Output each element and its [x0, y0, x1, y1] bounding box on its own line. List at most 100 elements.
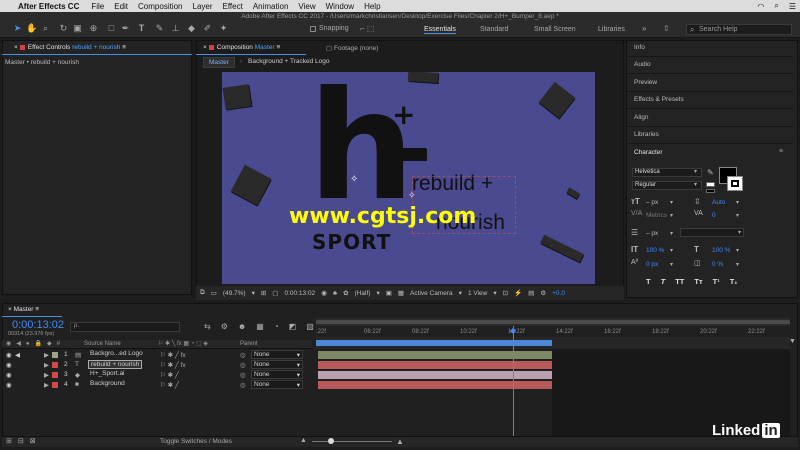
snapping-checkbox[interactable]	[310, 26, 316, 32]
vertical-scale-value[interactable]: 100 %	[646, 247, 664, 254]
zoom-slider-thumb[interactable]	[328, 438, 334, 444]
shy-icon[interactable]: ☻	[238, 322, 246, 331]
chevron-down-icon[interactable]: ▾	[670, 247, 673, 254]
search-spotlight-icon[interactable]: ⌕	[774, 1, 778, 11]
audio-icon[interactable]: ◀	[16, 340, 21, 347]
layer-label-color[interactable]	[52, 362, 58, 368]
search-help-box[interactable]: ⌕ Search Help	[686, 24, 792, 35]
zoom-in-icon[interactable]: ▲	[396, 437, 404, 446]
hand-tool-icon[interactable]: ✋	[26, 23, 37, 34]
layer-name[interactable]: rebuild + nourish	[88, 360, 143, 369]
flowchart-icon[interactable]: ⚙	[540, 289, 546, 297]
pen-tool-icon[interactable]: ✒	[120, 23, 131, 34]
work-area-range[interactable]	[316, 320, 790, 324]
chevron-down-icon[interactable]: ▾	[694, 168, 697, 175]
chevron-down-icon[interactable]: ▾	[736, 261, 739, 268]
roi-icon[interactable]: ▣	[386, 289, 392, 297]
menu-view[interactable]: View	[298, 2, 315, 11]
camera-dropdown[interactable]: Active Camera	[410, 290, 453, 297]
parent-pickwhip-icon[interactable]: ◎	[240, 361, 246, 369]
workspace-standard[interactable]: Standard	[480, 26, 508, 33]
disclosure-triangle-icon[interactable]: ▶	[44, 371, 49, 379]
layer-switches[interactable]: ⚐ ✱ ╱	[160, 371, 179, 379]
layer-row[interactable]: ◉ ▶ 2 Trebuild + nourish ⚐ ✱ ╱ fx ◎ None ▾	[4, 360, 304, 370]
subscript-button[interactable]: T₁	[730, 277, 738, 286]
kerning-value[interactable]: Metrics	[646, 212, 667, 219]
panel-preview[interactable]: Preview	[634, 79, 657, 86]
views-dropdown[interactable]: 1 View	[468, 290, 487, 297]
leading-value[interactable]: Auto	[712, 199, 725, 206]
selection-tool-icon[interactable]: ➤	[12, 23, 23, 34]
layer-duration-bar[interactable]	[318, 351, 552, 359]
sync-icon[interactable]: ⇧	[663, 24, 670, 33]
playhead-handle-icon[interactable]: ◆	[510, 326, 516, 335]
chevron-down-icon[interactable]: ▾	[297, 361, 300, 369]
menu-help[interactable]: Help	[364, 2, 380, 11]
timeline-timecode[interactable]: 0:00:13:02	[12, 319, 64, 331]
chevron-down-icon[interactable]: ▾	[670, 199, 673, 206]
chevron-down-icon[interactable]: ▾	[738, 229, 741, 236]
layer-row[interactable]: ◉ ◀ ▶ 1 ▤ Backgro...ed Logo ⚐ ✱ ╱ fx ◎ None ▾	[4, 350, 304, 360]
col-source-name[interactable]: Source Name	[84, 341, 121, 347]
eyedropper-icon[interactable]: ✎	[707, 168, 714, 177]
solo-icon[interactable]: ●	[26, 341, 30, 347]
chevron-down-icon[interactable]: ▾	[694, 181, 697, 188]
layer-switches[interactable]: ⚐ ✱ ╱ fx	[160, 351, 186, 359]
col-parent[interactable]: Parent	[240, 341, 258, 347]
panel-align[interactable]: Align	[634, 114, 648, 121]
menu-layer[interactable]: Layer	[193, 2, 213, 11]
always-preview-icon[interactable]: ⧉	[200, 289, 205, 297]
type-tool-icon[interactable]: T	[136, 23, 147, 34]
font-family-select[interactable]: Helvetica	[632, 168, 702, 177]
chevron-down-icon[interactable]: ▾	[493, 289, 496, 297]
panel-audio[interactable]: Audio	[634, 61, 651, 68]
close-icon[interactable]: ×	[203, 44, 207, 51]
faux-italic-button[interactable]: T	[661, 277, 666, 286]
stroke-color-swatch[interactable]	[727, 176, 743, 191]
draft-3d-icon[interactable]: ⚙	[221, 322, 228, 331]
viewer-timecode[interactable]: 0:00:13:02	[284, 290, 315, 297]
stroke-width-value[interactable]: – px	[646, 230, 658, 237]
panel-menu-icon[interactable]: ≡	[35, 306, 39, 313]
show-snapshot-icon[interactable]: ♣	[333, 290, 337, 297]
panel-info[interactable]: Info	[634, 44, 645, 51]
zoom-tool-icon[interactable]: ⌕	[40, 23, 51, 34]
panel-menu-icon[interactable]: ≡	[122, 44, 126, 51]
expand-modes-icon[interactable]: ⊟	[18, 437, 24, 445]
layer-label-color[interactable]	[52, 382, 58, 388]
tab-footage[interactable]: ▢ Footage (none)	[326, 44, 378, 52]
default-colors-icon[interactable]	[706, 189, 715, 193]
camera-snapshot-icon[interactable]: ◉	[321, 289, 327, 297]
stroke-type-select[interactable]	[680, 228, 744, 237]
graph-editor-icon[interactable]: ◩	[289, 322, 297, 331]
composition-canvas[interactable]: h + SPORT rebuild + nourish ✧ ✧ www.cgts…	[222, 72, 595, 284]
zoom-slider-track[interactable]	[312, 441, 392, 442]
font-size-value[interactable]: – px	[646, 199, 658, 206]
expand-time-icon[interactable]: ⊠	[30, 437, 36, 445]
panel-libraries[interactable]: Libraries	[634, 131, 659, 138]
chevron-down-icon[interactable]: ▾	[459, 289, 462, 297]
panel-menu-icon[interactable]: ≡	[779, 148, 783, 155]
fast-preview-icon[interactable]: ⚡	[514, 289, 522, 297]
workspace-overflow-icon[interactable]: »	[642, 24, 646, 33]
menu-list-icon[interactable]: ☰	[789, 2, 796, 11]
menu-animation[interactable]: Animation	[253, 2, 289, 11]
audio-icon[interactable]: ◀	[15, 351, 20, 359]
all-caps-button[interactable]: TT	[675, 277, 684, 286]
motion-blur-icon[interactable]: ◔	[274, 322, 279, 331]
eye-icon[interactable]: ◉	[6, 340, 11, 347]
chevron-down-icon[interactable]: ▾	[670, 261, 673, 268]
chevron-down-icon[interactable]: ▾	[736, 199, 739, 206]
layer-label-color[interactable]	[52, 372, 58, 378]
clone-stamp-tool-icon[interactable]: ⊥	[170, 23, 181, 34]
layer-name[interactable]: H+_Sport.ai	[88, 370, 127, 377]
layer-switches[interactable]: ⚐ ✱ ╱	[160, 381, 179, 389]
puppet-tool-icon[interactable]: ✦	[218, 23, 229, 34]
layer-name[interactable]: Background	[88, 380, 127, 387]
disclosure-triangle-icon[interactable]: ▶	[44, 361, 49, 369]
resolution-dropdown[interactable]: (Half)	[355, 290, 371, 297]
parent-pickwhip-icon[interactable]: ◎	[240, 371, 246, 379]
layer-row[interactable]: ◉ ▶ 3 ◆ H+_Sport.ai ⚐ ✱ ╱ ◎ None ▾	[4, 370, 304, 380]
parent-dropdown[interactable]: None ▾	[251, 370, 303, 379]
menu-effect[interactable]: Effect	[223, 2, 243, 11]
